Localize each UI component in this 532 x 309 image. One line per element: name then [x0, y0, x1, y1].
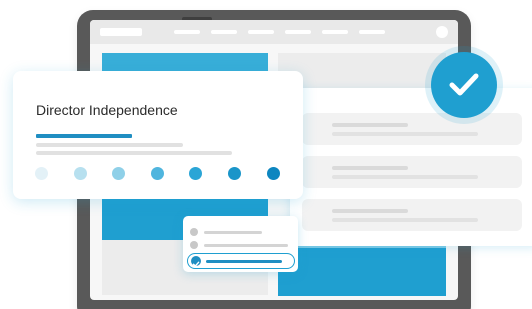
list-item-detail-line — [332, 218, 478, 222]
nav-logo — [100, 28, 142, 36]
rating-dot[interactable] — [150, 167, 164, 180]
list-item-detail-line — [332, 132, 478, 136]
list-item-detail-line — [332, 175, 478, 179]
nav-link — [359, 30, 385, 34]
screen-side-panel — [278, 53, 446, 89]
rating-dot[interactable] — [228, 167, 241, 180]
option-item[interactable] — [190, 239, 290, 251]
list-item[interactable] — [302, 199, 522, 231]
rating-dot[interactable] — [35, 167, 48, 180]
option-selector-popup — [183, 216, 298, 272]
nav-link — [248, 30, 274, 34]
list-item-title-line — [332, 123, 408, 127]
rating-dot[interactable] — [73, 167, 87, 180]
check-circle-icon — [191, 256, 201, 267]
screen-accent-block — [278, 248, 446, 296]
success-badge — [431, 52, 497, 118]
radio-icon — [190, 228, 198, 236]
list-item[interactable] — [302, 113, 522, 145]
card-title: Director Independence — [36, 102, 178, 118]
list-item-title-line — [332, 209, 408, 213]
checkmark-icon — [449, 73, 479, 96]
option-label-line — [204, 244, 288, 247]
illustration-scene: Director Independence — [0, 0, 532, 309]
text-placeholder-line — [36, 143, 183, 147]
list-item-title-line — [332, 166, 408, 170]
option-item-selected[interactable] — [187, 253, 295, 269]
option-label-line — [204, 231, 262, 234]
avatar — [436, 26, 448, 38]
nav-link — [211, 30, 237, 34]
option-item[interactable] — [190, 226, 290, 238]
rating-dot[interactable] — [112, 167, 126, 180]
screen-feature-header — [102, 53, 268, 73]
rating-dot[interactable] — [189, 167, 203, 180]
progress-bar — [36, 134, 132, 138]
list-item[interactable] — [302, 156, 522, 188]
text-placeholder-line — [36, 151, 232, 155]
option-label-line — [206, 260, 282, 263]
nav-link — [322, 30, 348, 34]
nav-link — [285, 30, 311, 34]
radio-icon — [190, 241, 198, 249]
director-independence-card: Director Independence — [13, 71, 303, 199]
nav-link — [174, 30, 200, 34]
screen-nav-bar — [90, 20, 458, 44]
rating-dot[interactable] — [266, 167, 280, 180]
